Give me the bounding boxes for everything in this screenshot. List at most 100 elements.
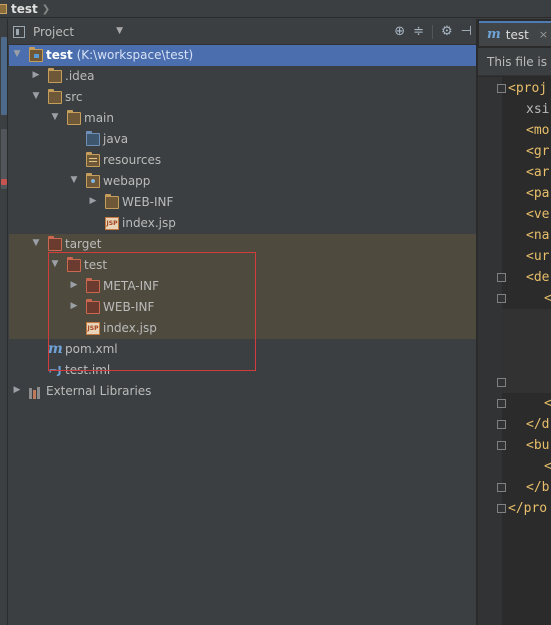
fold-marker-icon[interactable] <box>497 399 506 408</box>
expand-arrow-right-icon[interactable]: ▶ <box>68 280 80 290</box>
tree-item-label: src <box>65 89 83 106</box>
project-view-icon <box>13 26 25 38</box>
tree-row[interactable]: ▶ META-INF <box>9 276 476 297</box>
editor-notification-banner: This file is i <box>478 48 551 76</box>
tree-item-name: test <box>84 258 108 272</box>
fold-marker-icon[interactable] <box>497 441 506 450</box>
expand-arrow-right-icon[interactable]: ▶ <box>87 196 99 206</box>
tree-row[interactable]: ▼ target <box>9 234 476 255</box>
tree-row[interactable]: ⌐J test.iml <box>9 360 476 381</box>
tree-row[interactable]: resources <box>9 150 476 171</box>
tree-row[interactable]: ▼ webapp <box>9 171 476 192</box>
tree-item-label: target <box>65 236 102 253</box>
tab-label: test <box>505 27 529 42</box>
jsp-file-icon: JSP <box>86 322 100 335</box>
expand-arrow-down-icon[interactable]: ▼ <box>11 49 23 59</box>
maven-file-icon: m <box>48 341 63 357</box>
project-view-label: Project <box>33 25 75 39</box>
tree-row[interactable]: m pom.xml <box>9 339 476 360</box>
collapse-all-icon[interactable]: ≑ <box>413 23 424 41</box>
fold-marker-icon[interactable] <box>497 420 506 429</box>
library-bar <box>33 390 36 399</box>
code-line: </pro <box>508 501 548 516</box>
close-icon[interactable]: × <box>539 28 548 41</box>
tree-row[interactable]: ▼ main <box>9 108 476 129</box>
tree-row[interactable]: ▼ test (K:\workspace\test) <box>9 45 476 66</box>
tree-row[interactable]: JSP index.jsp <box>9 213 476 234</box>
tab-pom-xml[interactable]: m test × <box>479 21 551 46</box>
code-line: <pa <box>526 186 550 201</box>
fold-marker-icon[interactable] <box>497 504 506 513</box>
folder-icon <box>48 89 62 104</box>
code-line: < <box>544 291 551 306</box>
tree-row[interactable]: ▶ External Libraries <box>9 381 476 402</box>
expand-arrow-down-icon[interactable]: ▼ <box>30 238 42 248</box>
code-line: </b <box>526 480 550 495</box>
left-tool-strip <box>0 19 8 625</box>
tree-item-label: .idea <box>65 68 95 85</box>
code-line: <de <box>526 270 550 285</box>
tree-item-name: index.jsp <box>103 321 157 335</box>
project-tool-button[interactable] <box>1 37 7 115</box>
source-folder-icon <box>86 131 100 146</box>
code-line: <na <box>526 228 550 243</box>
tree-row[interactable]: ▶ WEB-INF <box>9 297 476 318</box>
tree-item-name: External Libraries <box>46 384 152 398</box>
expand-arrow-down-icon[interactable]: ▼ <box>68 175 80 185</box>
tree-row[interactable]: java <box>9 129 476 150</box>
tree-item-label: test.iml <box>65 362 110 379</box>
tree-item-name: .idea <box>65 69 95 83</box>
tree-row[interactable]: ▶ .idea <box>9 66 476 87</box>
tree-item-label: index.jsp <box>122 215 176 232</box>
tree-row[interactable]: ▼ src <box>9 87 476 108</box>
folder-icon <box>48 68 62 83</box>
fold-marker-icon[interactable] <box>497 294 506 303</box>
fold-marker-icon[interactable] <box>497 84 506 93</box>
tree-row[interactable]: ▶ WEB-INF <box>9 192 476 213</box>
code-line: <gr <box>526 144 550 159</box>
tree-row[interactable]: ▼ test <box>9 255 476 276</box>
expand-arrow-right-icon[interactable]: ▶ <box>30 70 42 80</box>
tree-item-name: WEB-INF <box>103 300 155 314</box>
breadcrumb[interactable]: test ❯ <box>0 0 50 18</box>
project-view-selector[interactable]: Project ▼ <box>13 23 123 41</box>
tree-item-name: test <box>46 48 73 62</box>
tree-item-label: test <box>84 257 107 274</box>
expand-arrow-right-icon[interactable]: ▶ <box>68 301 80 311</box>
toolbar-divider <box>432 25 434 39</box>
expand-arrow-down-icon[interactable]: ▼ <box>49 259 61 269</box>
folder-icon <box>0 4 7 14</box>
expand-arrow-down-icon[interactable]: ▼ <box>30 91 42 101</box>
code-line: xsi <box>526 102 550 117</box>
settings-icon[interactable]: ⚙ <box>441 23 453 41</box>
fold-marker-icon[interactable] <box>497 273 506 282</box>
tree-item-name: resources <box>103 153 162 167</box>
code-block-shade <box>502 309 551 393</box>
jsp-file-icon: JSP <box>105 217 119 230</box>
tree-item-path-hint: (K:\workspace\test) <box>72 48 194 62</box>
expand-arrow-right-icon[interactable]: ▶ <box>11 385 23 395</box>
tree-item-label: java <box>103 131 128 148</box>
tree-item-name: webapp <box>103 174 151 188</box>
tree-item-label: main <box>84 110 114 127</box>
locate-icon[interactable]: ⊕ <box>394 23 405 41</box>
breadcrumb-project-name[interactable]: test <box>11 2 38 16</box>
fold-marker-icon[interactable] <box>497 378 506 387</box>
fold-marker-icon[interactable] <box>497 483 506 492</box>
excluded-folder-icon <box>86 278 100 293</box>
excluded-folder-icon <box>86 299 100 314</box>
folder-icon <box>105 194 119 209</box>
tree-item-name: index.jsp <box>122 216 176 230</box>
folder-icon <box>67 110 81 125</box>
maven-icon: m <box>487 27 501 42</box>
code-line: <bu <box>526 438 550 453</box>
chevron-right-icon: ❯ <box>41 3 51 15</box>
tree-row[interactable]: JSP index.jsp <box>9 318 476 339</box>
iml-file-icon: ⌐J <box>48 364 62 377</box>
code-line: < <box>544 396 551 411</box>
tree-item-label: index.jsp <box>103 320 157 337</box>
chevron-down-icon: ▼ <box>116 26 123 36</box>
expand-arrow-down-icon[interactable]: ▼ <box>49 112 61 122</box>
tree-item-name: pom.xml <box>65 342 118 356</box>
hide-icon[interactable]: ⊣ <box>461 23 472 41</box>
